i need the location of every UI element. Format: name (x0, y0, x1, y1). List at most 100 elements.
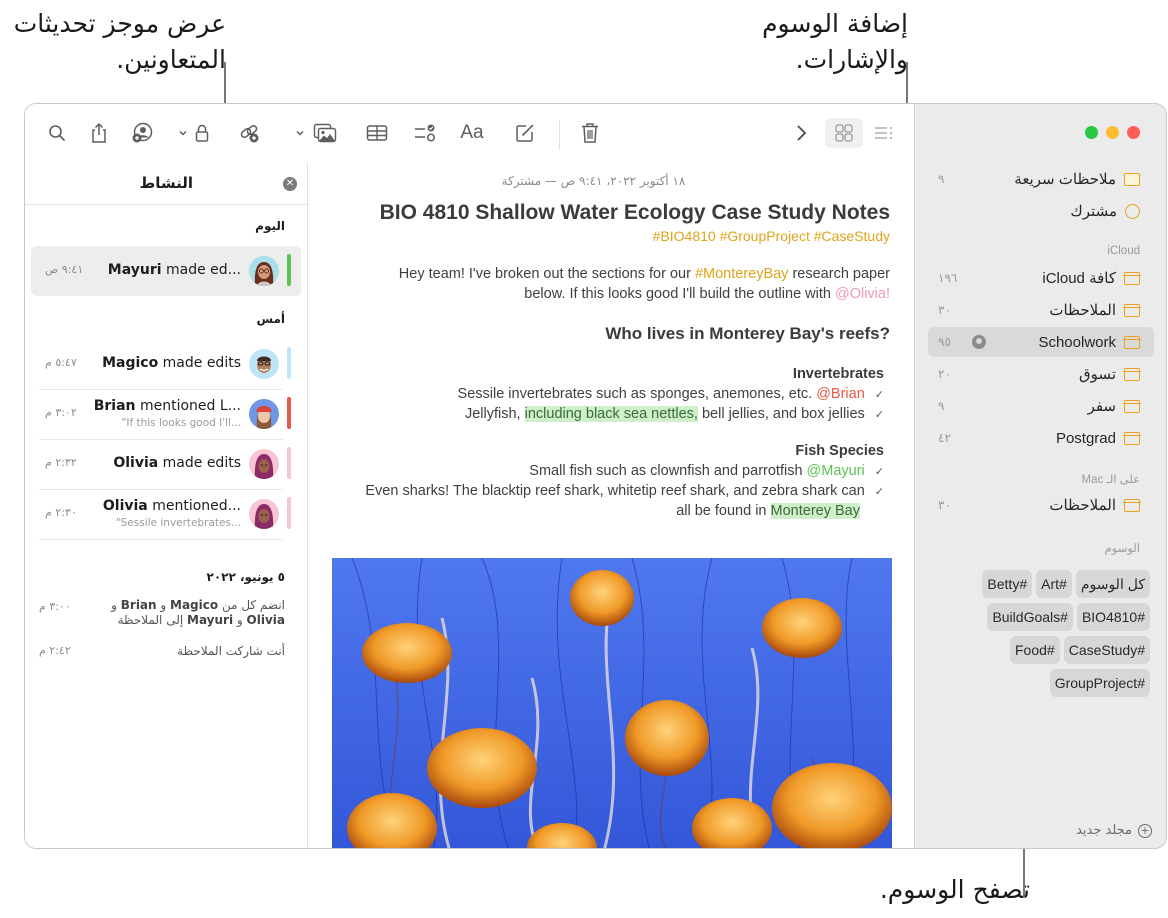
collaborator-color-bar (287, 497, 291, 529)
compose-button[interactable] (514, 121, 536, 145)
media-icon (313, 123, 337, 143)
activity-time: ٢:٤٢ م (39, 644, 71, 657)
notes-window: Aa النشاط ✕ اليوم Mayuri made ed... ٩:٤١… (24, 103, 1167, 849)
note-title: BIO 4810 Shallow Water Ecology Case Stud… (379, 201, 890, 224)
tag-betty[interactable]: #Betty (982, 570, 1033, 598)
sidebar-item-count: ٤٢ (938, 431, 951, 445)
sidebar: ملاحظات سريعة ٩ مشترك iCloud كافة iCloud… (914, 104, 1166, 848)
close-icon: ✕ (285, 178, 295, 189)
sidebar-item-notes[interactable]: الملاحظات ٣٠ (928, 295, 1154, 325)
avatar-olivia (249, 499, 279, 529)
toolbar-separator (559, 120, 560, 150)
collaborator-color-bar (287, 347, 291, 379)
tag-all[interactable]: كل الوسوم (1075, 570, 1150, 598)
sidebar-item-all-icloud[interactable]: كافة iCloud ١٩٦ (928, 263, 1154, 293)
activity-subtitle: "Sessile invertebrates... (115, 517, 241, 529)
note-meta: ١٨ أكتوبر ٢٠٢٢، ٩:٤١ ص — مشتركة (501, 174, 686, 188)
lock-button[interactable] (175, 121, 213, 145)
list-view-icon (875, 127, 892, 139)
sidebar-item-mac-notes[interactable]: الملاحظات ٣٠ (928, 490, 1154, 520)
search-button[interactable] (45, 121, 69, 145)
note-intro-line1: Hey team! I've broken out the sections f… (398, 266, 890, 282)
jellyfish-photo[interactable] (332, 558, 892, 848)
tag-browser: كل الوسوم #Art #Betty #BIO4810 #BuildGoa… (940, 570, 1150, 697)
sidebar-item-schoolwork[interactable]: Schoolwork ٩٥ (928, 327, 1154, 357)
compose-icon (516, 124, 534, 142)
activity-item[interactable]: Brian mentioned L... "If this looks good… (31, 389, 301, 439)
checkmark-icon[interactable]: ✓ (875, 483, 884, 503)
callout-tags-mentions: إضافة الوسوم والإشارات. (762, 9, 908, 74)
activity-time: ٣:٠٢ م (45, 406, 77, 419)
sidebar-item-shopping[interactable]: تسوق ٢٠ (928, 359, 1154, 389)
tag-casestudy[interactable]: #CaseStudy (1063, 636, 1150, 664)
activity-title-text: Olivia mentioned... (102, 498, 241, 514)
checkmark-icon[interactable]: ✓ (875, 386, 884, 406)
sidebar-item-label: الملاحظات (1049, 497, 1116, 514)
activity-title-text: Mayuri made ed... (107, 262, 241, 278)
section-icloud: iCloud (1107, 245, 1140, 257)
activity-item[interactable]: Magico made edits ٥:٤٧ م (31, 339, 301, 389)
gallery-view-button[interactable] (825, 118, 863, 148)
sidebar-item-shared[interactable]: مشترك (928, 196, 1154, 226)
folder-icon (1123, 399, 1141, 413)
mention-olivia[interactable]: @Olivia (835, 286, 886, 302)
sidebar-item-label: كافة iCloud (1042, 270, 1116, 287)
format-button[interactable]: Aa (457, 121, 487, 145)
forward-button[interactable] (791, 121, 811, 145)
checklist-item[interactable]: Even sharks! The blacktip reef shark, wh… (365, 482, 884, 503)
activity-item[interactable]: Mayuri made ed... ٩:٤١ ص (31, 246, 301, 296)
tag-bio4810[interactable]: #BIO4810 (1076, 603, 1150, 631)
tag-food[interactable]: #Food (1010, 636, 1060, 664)
media-button[interactable] (293, 121, 339, 145)
activity-item[interactable]: Olivia mentioned... "Sessile invertebrat… (31, 489, 301, 539)
zoom-window-button[interactable] (1085, 126, 1098, 139)
divider (39, 539, 283, 540)
link-icon (240, 124, 259, 143)
minimize-window-button[interactable] (1106, 126, 1119, 139)
checklist-item[interactable]: Jellyfish, including black sea nettles, … (465, 405, 884, 426)
group-today: اليوم (255, 219, 285, 233)
note-editor[interactable]: ١٨ أكتوبر ٢٠٢٢، ٩:٤١ ص — مشتركة BIO 4810… (309, 162, 916, 848)
share-button[interactable] (87, 121, 111, 145)
folder-icon (1123, 271, 1141, 285)
collaborate-button[interactable] (129, 121, 157, 145)
close-activity-button[interactable]: ✕ (283, 177, 297, 191)
sidebar-item-count: ٣٠ (938, 303, 951, 317)
activity-item[interactable]: Olivia made edits ٢:٣٢ م (31, 439, 301, 489)
mention-mayuri[interactable]: @Mayuri (807, 463, 865, 479)
window-controls (1085, 126, 1140, 139)
new-folder-button[interactable]: + مجلد جديد (1076, 823, 1152, 838)
sidebar-item-travel[interactable]: سفر ٩ (928, 391, 1154, 421)
sidebar-item-label: ملاحظات سريعة (1014, 171, 1116, 188)
sidebar-item-postgrad[interactable]: Postgrad ٤٢ (928, 423, 1154, 453)
checklist-item[interactable]: Small fish such as clownfish and parrotf… (529, 462, 884, 483)
checklist-button[interactable] (413, 121, 437, 145)
activity-title-text: Magico made edits (102, 355, 241, 371)
activity-header: النشاط ✕ (25, 162, 308, 205)
jellyfish-image (332, 558, 892, 848)
checkmark-icon[interactable]: ✓ (875, 406, 884, 426)
delete-button[interactable] (579, 121, 601, 145)
tag-art[interactable]: #Art (1036, 570, 1072, 598)
checkmark-icon[interactable]: ✓ (875, 463, 884, 483)
folder-icon (1123, 367, 1141, 381)
avatar-magico (249, 349, 279, 379)
list-view-button[interactable] (873, 121, 895, 145)
table-button[interactable] (365, 121, 389, 145)
activity-subtitle: "If this looks good I'll... (121, 417, 241, 429)
link-button[interactable] (237, 121, 263, 145)
tag-groupproject[interactable]: #GroupProject (1049, 669, 1150, 697)
checklist-icon (415, 124, 436, 142)
tag-buildgoals[interactable]: #BuildGoals (987, 603, 1073, 631)
checklist-item[interactable]: Sessile invertebrates such as sponges, a… (458, 385, 884, 406)
note-tags[interactable]: #BIO4810 #GroupProject #CaseStudy (653, 228, 890, 244)
callout-activity: عرض موجز تحديثات المتعاونين. (13, 9, 226, 74)
activity-time: ٥:٤٧ م (45, 356, 77, 369)
toolbar: Aa (25, 104, 916, 162)
close-window-button[interactable] (1127, 126, 1140, 139)
tag-monterey-bay[interactable]: #MontereyBay (695, 266, 789, 282)
sidebar-item-label: مشترك (1070, 203, 1117, 220)
sidebar-item-quick-notes[interactable]: ملاحظات سريعة ٩ (928, 164, 1154, 194)
gallery-view-icon (835, 124, 853, 142)
mention-brian[interactable]: @Brian (816, 386, 865, 402)
